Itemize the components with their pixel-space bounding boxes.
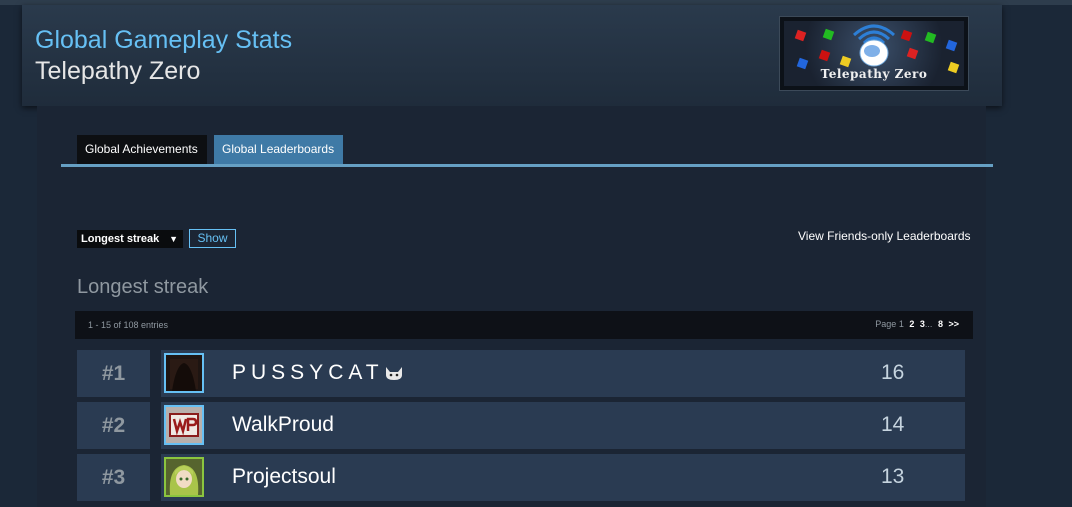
tab-global-leaderboards[interactable]: Global Leaderboards <box>214 135 343 164</box>
stats-header: Global Gameplay Stats Telepathy Zero Tel… <box>22 5 1002 106</box>
tab-global-achievements[interactable]: Global Achievements <box>77 135 207 164</box>
score: 14 <box>881 413 905 436</box>
cat-face-icon <box>385 367 402 380</box>
leaderboard-select-value: Longest streak <box>81 233 160 245</box>
player-name-link[interactable]: PUSSYCAT <box>232 361 404 385</box>
page-link-last[interactable]: 8 <box>938 319 943 329</box>
page-title: Global Gameplay Stats <box>35 26 293 54</box>
score: 16 <box>881 361 905 384</box>
caret-down-icon: ▼ <box>169 234 178 244</box>
player-entry: WalkProud 14 <box>161 402 965 449</box>
stats-content: Global Achievements Global Leaderboards … <box>37 106 993 507</box>
leaderboard-select[interactable]: Longest streak ▼ <box>77 230 183 248</box>
pagination: Page 1 2 3... 8 >> <box>875 319 959 329</box>
avatar[interactable] <box>164 353 204 393</box>
wp-logo-avatar-icon <box>169 413 199 437</box>
avatar[interactable] <box>164 405 204 445</box>
page-current: 1 <box>898 319 904 329</box>
entries-bar: 1 - 15 of 108 entries Page 1 2 3... 8 >> <box>75 311 973 339</box>
page-next-link[interactable]: >> <box>948 319 959 329</box>
show-button[interactable]: Show <box>189 229 236 248</box>
player-name[interactable]: WalkProud <box>232 413 334 437</box>
dark-avatar-icon <box>166 355 202 391</box>
game-logo[interactable]: Telepathy Zero <box>779 16 969 91</box>
player-entry: PUSSYCAT 16 <box>161 350 965 397</box>
rank: #2 <box>77 402 150 449</box>
page-prefix: Page <box>875 319 897 329</box>
game-name: Telepathy Zero <box>35 57 201 85</box>
score: 13 <box>881 465 905 488</box>
tab-underline <box>61 164 993 167</box>
player-name: PUSSYCAT <box>232 361 384 384</box>
leaderboard-title: Longest streak <box>77 276 209 298</box>
leaderboard-row: #3 Projectsoul 13 <box>77 454 965 501</box>
avatar[interactable] <box>164 457 204 497</box>
rank: #1 <box>77 350 150 397</box>
entries-count: 1 - 15 of 108 entries <box>88 320 169 330</box>
page-ellipsis: ... <box>924 319 933 329</box>
anime-girl-avatar-icon <box>166 459 202 495</box>
friends-leaderboards-link[interactable]: View Friends-only Leaderboards <box>798 229 971 243</box>
logo-text: Telepathy Zero <box>820 67 928 81</box>
page-link-2[interactable]: 2 <box>909 319 914 329</box>
leaderboard-row: #1 PUSSYCAT 16 <box>77 350 965 397</box>
game-logo-art: Telepathy Zero <box>784 21 964 86</box>
rank: #3 <box>77 454 150 501</box>
player-entry: Projectsoul 13 <box>161 454 965 501</box>
leaderboard-row: #2 WalkProud 14 <box>77 402 965 449</box>
player-name[interactable]: Projectsoul <box>232 465 336 489</box>
